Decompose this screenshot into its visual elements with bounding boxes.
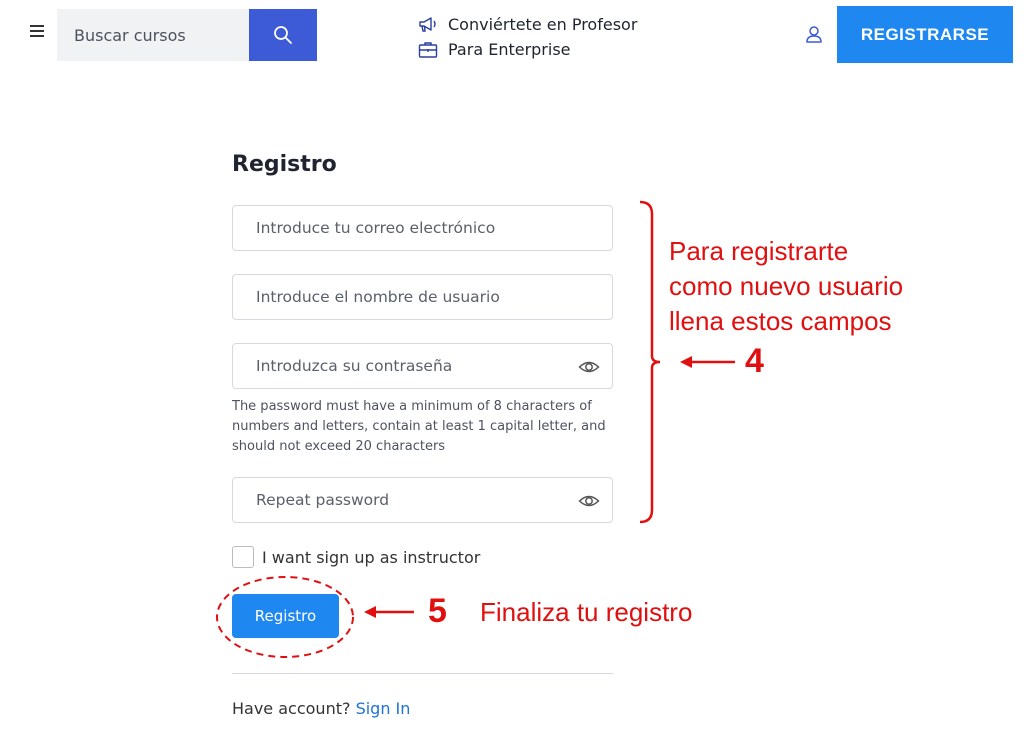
become-teacher-label: Conviértete en Profesor	[448, 15, 638, 34]
submit-step-number: 5	[428, 592, 447, 630]
email-field-wrapper	[232, 205, 613, 251]
megaphone-icon	[418, 15, 438, 35]
fields-annotation-line: como nuevo usuario	[669, 271, 904, 301]
search-input[interactable]	[74, 25, 244, 45]
fields-arrow	[680, 356, 735, 368]
page-title: Registro	[232, 152, 337, 177]
instructor-checkbox-label: I want sign up as instructor	[262, 547, 481, 567]
hamburger-menu-icon[interactable]	[30, 25, 44, 37]
repeat-password-field-wrapper	[232, 477, 613, 523]
instructor-checkbox[interactable]	[232, 546, 254, 568]
username-field[interactable]	[256, 288, 556, 306]
eye-icon[interactable]	[578, 490, 600, 512]
user-icon[interactable]	[804, 24, 824, 44]
register-top-button[interactable]: REGISTRARSE	[837, 6, 1013, 63]
eye-icon[interactable]	[578, 356, 600, 378]
become-teacher-link[interactable]: Conviértete en Profesor	[418, 12, 637, 37]
password-hint: The password must have a minimum of 8 ch…	[232, 399, 606, 454]
enterprise-link[interactable]: Para Enterprise	[418, 37, 637, 62]
have-account-text: Have account?	[232, 699, 351, 718]
fields-annotation-line: Para registrarte	[669, 236, 849, 266]
header-nav: Conviértete en Profesor Para Enterprise	[418, 12, 637, 62]
register-submit-button[interactable]: Registro	[232, 594, 339, 638]
search-icon	[274, 26, 292, 44]
submit-arrow	[364, 606, 414, 618]
repeat-password-field[interactable]	[256, 491, 556, 509]
enterprise-label: Para Enterprise	[448, 40, 571, 59]
username-field-wrapper	[232, 274, 613, 320]
fields-step-number: 4	[745, 342, 764, 380]
fields-annotation-line: llena estos campos	[669, 306, 892, 336]
instructor-checkbox-row[interactable]: I want sign up as instructor	[232, 546, 480, 568]
password-field[interactable]	[256, 357, 556, 375]
fields-annotation-text: Para registrarte como nuevo usuario llen…	[669, 234, 903, 339]
submit-annotation-text: Finaliza tu registro	[480, 597, 693, 627]
fields-bracket	[639, 200, 661, 524]
search-button[interactable]	[249, 9, 317, 61]
have-account-row: Have account? Sign In	[232, 699, 410, 718]
search-box	[57, 9, 249, 61]
divider	[232, 673, 613, 674]
email-field[interactable]	[256, 219, 556, 237]
password-field-wrapper	[232, 343, 613, 389]
sign-in-link[interactable]: Sign In	[356, 699, 411, 718]
briefcase-icon	[418, 40, 438, 60]
